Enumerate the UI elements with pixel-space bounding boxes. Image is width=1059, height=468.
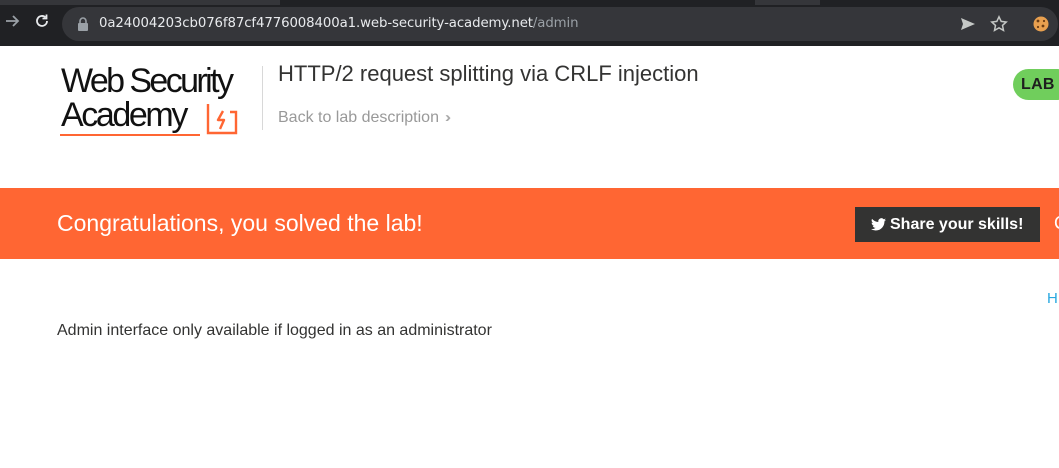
logo-text-line2: Academy <box>61 96 188 134</box>
forward-arrow-icon[interactable] <box>2 13 22 33</box>
share-button-label: Share your skills! <box>890 216 1024 233</box>
lab-title: HTTP/2 request splitting via CRLF inject… <box>278 61 699 86</box>
header-divider <box>262 66 263 130</box>
double-chevron-right-icon: ›› <box>444 109 451 126</box>
lock-icon[interactable] <box>77 17 89 31</box>
tab-strip-edge <box>0 0 280 5</box>
back-link-label: Back to lab description <box>278 109 439 126</box>
tab-strip-edge <box>755 0 820 5</box>
address-bar[interactable]: 0a24004203cb076f87cf4776008400a1.web-sec… <box>62 7 1058 41</box>
lab-status-badge: LAB <box>1013 69 1059 100</box>
reload-icon[interactable] <box>32 13 52 33</box>
url-path: /admin <box>532 16 579 31</box>
cookie-extension-icon[interactable] <box>1032 15 1050 33</box>
url-host: 0a24004203cb076f87cf4776008400a1.web-sec… <box>99 16 533 31</box>
back-to-lab-description-link[interactable]: Back to lab description ›› <box>278 109 451 127</box>
bookmark-star-icon[interactable] <box>990 15 1008 33</box>
banner-edge-glyph: C <box>1054 213 1059 234</box>
url-text[interactable]: 0a24004203cb076f87cf4776008400a1.web-sec… <box>99 16 579 31</box>
browser-toolbar: 0a24004203cb076f87cf4776008400a1.web-sec… <box>0 0 1059 46</box>
share-your-skills-button[interactable]: Share your skills! <box>855 207 1040 242</box>
admin-access-message: Admin interface only available if logged… <box>57 322 492 339</box>
logo-flask-icon <box>206 104 238 135</box>
web-security-academy-logo[interactable]: Web Security Academy <box>58 62 248 138</box>
twitter-icon <box>871 218 886 231</box>
lab-solved-banner: Congratulations, you solved the lab! Sha… <box>0 188 1059 259</box>
congratulations-message: Congratulations, you solved the lab! <box>57 210 423 236</box>
logo-underline <box>60 134 200 136</box>
send-icon[interactable] <box>959 15 977 33</box>
home-link[interactable]: H <box>1047 290 1058 307</box>
